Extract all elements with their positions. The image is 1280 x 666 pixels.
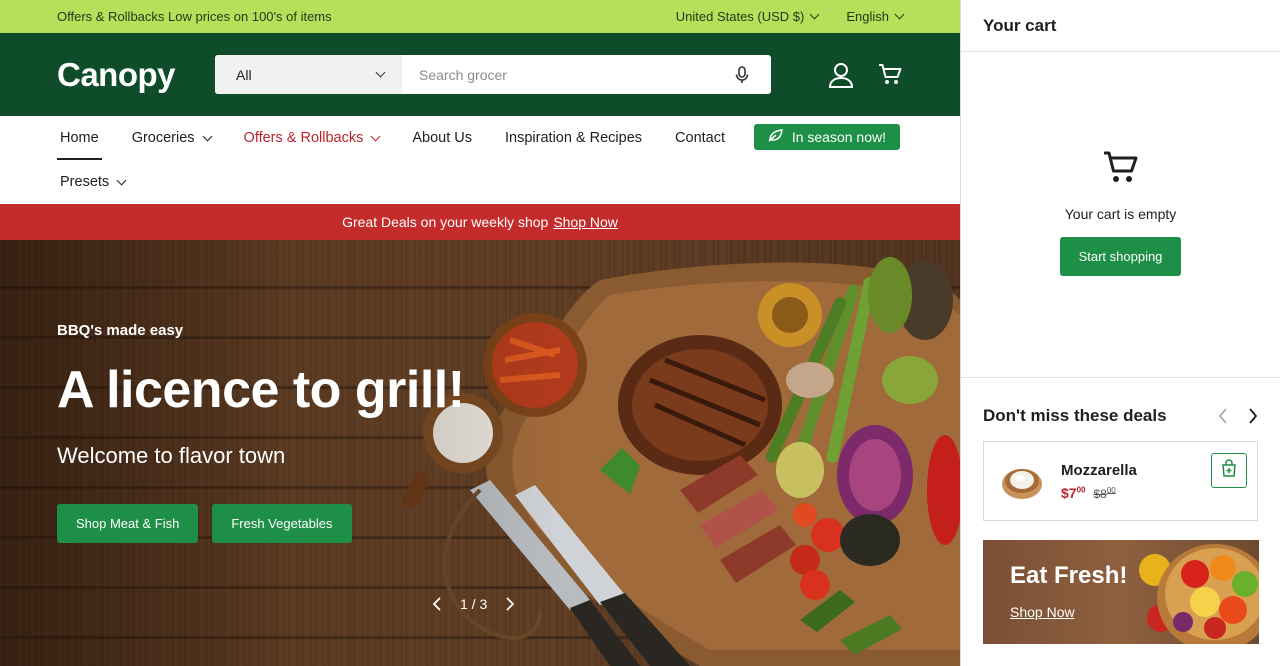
language-label: English — [846, 9, 889, 24]
chevron-right-icon[interactable] — [505, 597, 515, 611]
masthead: Canopy All — [0, 33, 960, 116]
hero-banner: BBQ's made easy A licence to grill! Welc… — [0, 240, 960, 666]
hero-subtitle: Welcome to flavor town — [57, 443, 286, 468]
nav-offers-rollbacks[interactable]: Offers & Rollbacks — [241, 116, 383, 160]
nav-presets[interactable]: Presets — [57, 160, 128, 204]
site-logo[interactable]: Canopy — [57, 56, 215, 94]
price-now-dollars: $7 — [1061, 484, 1077, 501]
fresh-vegetables-button[interactable]: Fresh Vegetables — [212, 504, 352, 543]
search-category-select[interactable]: All — [215, 55, 402, 94]
announcement-bar: Great Deals on your weekly shop Shop Now — [0, 204, 960, 240]
hero-buttons: Shop Meat & Fish Fresh Vegetables — [57, 504, 352, 543]
deal-price-now: $700 — [1061, 485, 1085, 501]
currency-selector[interactable]: United States (USD $) — [675, 9, 820, 24]
hero-eyebrow: BBQ's made easy — [57, 322, 184, 339]
nav-offers-label: Offers & Rollbacks — [243, 130, 364, 146]
promo-offer-text: Offers & Rollbacks Low prices on 100's o… — [57, 9, 332, 24]
main-navigation: Home Groceries Offers & Rollbacks About … — [0, 116, 960, 204]
deal-product-card[interactable]: Mozzarella $700 $800 — [983, 441, 1258, 521]
deal-product-name: Mozzarella — [1061, 461, 1137, 479]
chevron-left-icon[interactable] — [432, 597, 442, 611]
fruit-bowl-image — [1139, 544, 1259, 644]
in-season-button[interactable]: In season now! — [753, 124, 900, 150]
cart-title: Your cart — [961, 0, 1280, 52]
chevron-down-icon — [809, 9, 820, 20]
header-actions — [827, 61, 903, 89]
microphone-icon[interactable] — [713, 55, 771, 94]
deals-title: Don't miss these deals — [983, 406, 1167, 425]
storefront: Offers & Rollbacks Low prices on 100's o… — [0, 0, 960, 666]
mozzarella-image — [1002, 469, 1042, 499]
search-category-label: All — [236, 66, 252, 83]
currency-label: United States (USD $) — [675, 9, 805, 24]
carousel-pagination: 1 / 3 — [460, 596, 488, 612]
chevron-down-icon — [370, 131, 381, 141]
chevron-right-icon[interactable] — [1248, 408, 1258, 424]
cart-empty-message: Your cart is empty — [1064, 206, 1177, 222]
bag-plus-icon — [1221, 459, 1237, 482]
deal-info: Mozzarella $700 $800 — [1061, 462, 1137, 501]
chevron-down-icon — [202, 131, 212, 141]
cart-empty-state: Your cart is empty Start shopping — [961, 52, 1280, 378]
cart-drawer: Your cart Your cart is empty Start shopp… — [960, 0, 1280, 666]
announcement-text: Great Deals on your weekly shop — [342, 214, 549, 230]
price-now-cents: 00 — [1076, 484, 1086, 494]
announcement-shop-now-link[interactable]: Shop Now — [553, 214, 618, 230]
nav-home[interactable]: Home — [57, 116, 102, 160]
nav-presets-label: Presets — [60, 174, 110, 190]
start-shopping-button[interactable]: Start shopping — [1059, 237, 1182, 276]
nav-groceries-label: Groceries — [131, 130, 195, 146]
language-selector[interactable]: English — [846, 9, 905, 24]
chevron-down-icon — [116, 175, 127, 185]
chevron-left-icon[interactable] — [1218, 408, 1228, 424]
nav-inspiration-recipes[interactable]: Inspiration & Recipes — [502, 116, 645, 160]
price-was-cents: 00 — [1106, 485, 1116, 495]
hero-title: A licence to grill! — [57, 361, 465, 419]
chevron-down-icon — [894, 9, 905, 20]
promo-bar: Offers & Rollbacks Low prices on 100's o… — [0, 0, 960, 33]
nav-contact[interactable]: Contact — [672, 116, 728, 160]
price-was-dollars: $8 — [1093, 486, 1107, 501]
search-bar: All — [215, 55, 771, 94]
hero-carousel-controls: 1 / 3 — [432, 596, 515, 612]
deal-prices: $700 $800 — [1061, 485, 1137, 501]
eat-fresh-title: Eat Fresh! — [1010, 562, 1128, 589]
in-season-label: In season now! — [791, 129, 886, 145]
nav-groceries[interactable]: Groceries — [129, 116, 214, 160]
cart-icon[interactable] — [877, 61, 903, 89]
account-icon[interactable] — [827, 61, 855, 89]
chevron-down-icon — [375, 67, 386, 78]
nav-about-us[interactable]: About Us — [409, 116, 475, 160]
deal-price-was: $800 — [1093, 486, 1115, 501]
deals-arrows — [1218, 408, 1258, 424]
add-to-cart-button[interactable] — [1211, 453, 1247, 488]
leaf-icon — [768, 129, 783, 145]
shop-meat-fish-button[interactable]: Shop Meat & Fish — [57, 504, 199, 543]
search-input[interactable] — [402, 55, 713, 94]
cart-icon — [1102, 149, 1140, 190]
eat-fresh-banner[interactable]: Eat Fresh! Shop Now — [983, 540, 1259, 644]
eat-fresh-shop-now-link[interactable]: Shop Now — [1010, 604, 1075, 620]
